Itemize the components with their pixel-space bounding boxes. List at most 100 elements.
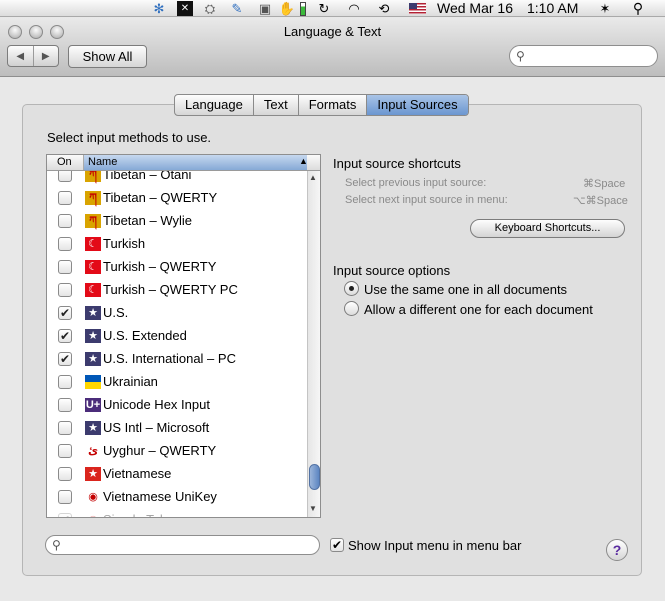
input-source-name: Tibetan – Otani: [103, 171, 192, 182]
input-source-name: Turkish – QWERTY PC: [103, 282, 238, 297]
radio-different-label[interactable]: Allow a different one for each document: [364, 302, 593, 317]
input-source-flag-icon: ☾: [85, 237, 101, 251]
enable-checkbox[interactable]: ✔: [58, 513, 72, 517]
list-item[interactable]: ★ Vietnamese: [47, 463, 307, 486]
next-source-label: Select next input source in menu:: [345, 194, 508, 206]
list-item[interactable]: ★ US Intl – Microsoft: [47, 417, 307, 440]
show-input-menu-label[interactable]: Show Input menu in menu bar: [348, 538, 521, 553]
edit-icon[interactable]: ✎: [229, 1, 245, 16]
list-item[interactable]: ✔ ★ U.S. International – PC: [47, 348, 307, 371]
list-item[interactable]: ☾ Turkish – QWERTY PC: [47, 279, 307, 302]
menubar-date[interactable]: Wed Mar 16: [437, 0, 513, 17]
list-item[interactable]: ཀ Tibetan – Wylie: [47, 210, 307, 233]
enable-checkbox[interactable]: [58, 398, 72, 412]
list-item[interactable]: ཀ Tibetan – QWERTY: [47, 187, 307, 210]
radio-different-each-document[interactable]: [344, 301, 359, 316]
search-icon: ⚲: [52, 538, 61, 552]
input-source-name: Vietnamese: [103, 466, 172, 481]
tab-language[interactable]: Language: [175, 95, 254, 115]
image-icon[interactable]: ▣: [256, 1, 274, 16]
enable-checkbox[interactable]: [58, 421, 72, 435]
prev-source-label: Select previous input source:: [345, 177, 487, 189]
menubar-time[interactable]: 1:10 AM: [527, 0, 578, 17]
battery-icon[interactable]: [299, 1, 307, 16]
input-source-name: Uyghur – QWERTY: [103, 443, 217, 458]
input-source-flag-icon: ☾: [85, 260, 101, 274]
scroll-down-arrow-icon[interactable]: ▼: [309, 504, 317, 513]
radio-same-label[interactable]: Use the same one in all documents: [364, 282, 567, 297]
list-header: On Name ▲: [47, 155, 320, 171]
list-item[interactable]: ཀ Tibetan – Otani: [47, 171, 307, 187]
show-all-button[interactable]: Show All: [68, 45, 147, 68]
column-header-on[interactable]: On: [47, 155, 84, 170]
input-source-name: Turkish: [103, 236, 146, 251]
list-scrollbar[interactable]: ▲ ▼: [307, 171, 320, 517]
enable-checkbox[interactable]: [58, 214, 72, 228]
enable-checkbox[interactable]: [58, 260, 72, 274]
search-icon: ⚲: [516, 49, 525, 63]
input-source-name: Turkish – QWERTY: [103, 259, 217, 274]
app-icon[interactable]: ✕: [177, 1, 193, 16]
keyboard-shortcuts-button[interactable]: Keyboard Shortcuts...: [470, 219, 625, 238]
hand-icon[interactable]: ✋: [279, 1, 295, 16]
time-machine-icon[interactable]: ⟲: [375, 1, 393, 16]
spotlight-icon[interactable]: ⚲: [630, 1, 646, 16]
scrollbar-thumb[interactable]: [309, 464, 320, 490]
filter-search-field[interactable]: ⚲: [45, 535, 320, 555]
input-source-flag-icon: ★: [85, 306, 101, 320]
input-source-name: US Intl – Microsoft: [103, 420, 210, 435]
sort-ascending-icon: ▲: [299, 156, 308, 166]
enable-checkbox[interactable]: ✔: [58, 352, 72, 366]
enable-checkbox[interactable]: [58, 171, 72, 182]
refresh-icon[interactable]: ↻: [316, 1, 332, 16]
list-rows: ཀ Tibetan – Otani ཀ Tibetan – QWERTY ཀ Tibeta…: [47, 171, 307, 517]
enable-checkbox[interactable]: [58, 467, 72, 481]
help-button[interactable]: ?: [606, 539, 628, 561]
input-source-name: U.S. Extended: [103, 328, 187, 343]
list-item[interactable]: ✔ ★ U.S. Extended: [47, 325, 307, 348]
enable-checkbox[interactable]: ✔: [58, 329, 72, 343]
menu-bar: ✻ ✕ ⛭ ✎ ▣ ✋ ↻ ◠ ⟲ Wed Mar 16 1:10 AM ✶ ⚲: [0, 0, 665, 17]
enable-checkbox[interactable]: [58, 191, 72, 205]
list-item[interactable]: ◉ Vietnamese UniKey: [47, 486, 307, 509]
back-arrow-icon[interactable]: ◀: [8, 46, 34, 66]
enable-checkbox[interactable]: [58, 444, 72, 458]
tab-text[interactable]: Text: [254, 95, 299, 115]
us-flag-icon[interactable]: [408, 1, 426, 16]
input-source-flag-icon: ◉: [85, 513, 101, 517]
input-source-flag-icon: ★: [85, 329, 101, 343]
list-item[interactable]: ☾ Turkish – QWERTY: [47, 256, 307, 279]
list-item[interactable]: ✔ ◉Simple Telex: [47, 509, 307, 517]
enable-checkbox[interactable]: [58, 375, 72, 389]
enable-checkbox[interactable]: ✔: [58, 306, 72, 320]
sync-icon[interactable]: ✻: [150, 1, 168, 16]
disk-icon[interactable]: ⛭: [201, 1, 219, 16]
preferences-search-field[interactable]: ⚲: [509, 45, 658, 67]
back-forward-control: ◀ ▶: [7, 45, 59, 67]
list-item[interactable]: ✔ ★ U.S.: [47, 302, 307, 325]
list-item[interactable]: U+ Unicode Hex Input: [47, 394, 307, 417]
window-title: Language & Text: [283, 24, 382, 39]
input-source-list: On Name ▲ ཀ Tibetan – Otani ཀ Tibetan – QWE…: [46, 154, 321, 518]
wifi-icon[interactable]: ◠: [344, 1, 364, 16]
forward-arrow-icon[interactable]: ▶: [34, 46, 59, 66]
radio-same-all-documents[interactable]: [344, 281, 359, 296]
scroll-up-arrow-icon[interactable]: ▲: [309, 173, 317, 182]
enable-checkbox[interactable]: [58, 283, 72, 297]
input-source-flag-icon: ★: [85, 467, 101, 481]
tab-input-sources[interactable]: Input Sources: [367, 95, 468, 115]
input-source-flag-icon: ★: [85, 421, 101, 435]
list-item[interactable]: Ukrainian: [47, 371, 307, 394]
enable-checkbox[interactable]: [58, 237, 72, 251]
tab-formats[interactable]: Formats: [299, 95, 368, 115]
input-source-name: Tibetan – QWERTY: [103, 190, 218, 205]
list-item[interactable]: ☾ Turkish: [47, 233, 307, 256]
list-item[interactable]: ئ Uyghur – QWERTY: [47, 440, 307, 463]
options-section-title: Input source options: [333, 263, 451, 278]
input-source-name: Vietnamese UniKey: [103, 489, 217, 504]
column-header-name[interactable]: Name: [84, 155, 307, 170]
input-source-name: Ukrainian: [103, 374, 158, 389]
enable-checkbox[interactable]: [58, 490, 72, 504]
bluetooth-icon[interactable]: ✶: [598, 1, 612, 16]
show-input-menu-checkbox[interactable]: ✔: [330, 538, 344, 552]
